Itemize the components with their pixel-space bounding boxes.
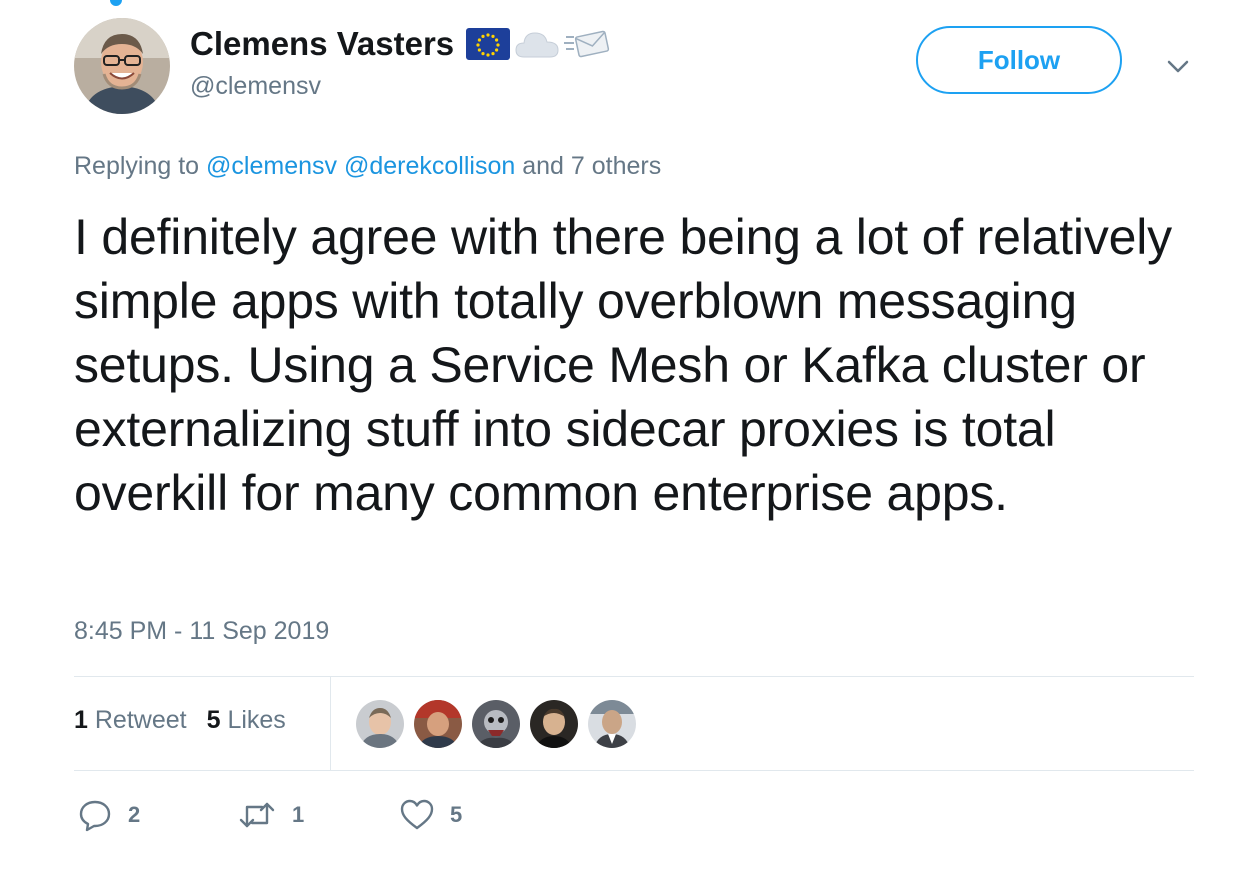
chevron-down-icon[interactable] (1164, 52, 1192, 80)
divider (74, 676, 1194, 677)
likes-stat-count: 5 (206, 706, 221, 734)
follow-button[interactable]: Follow (916, 26, 1122, 94)
retweets-stat-count: 1 (74, 706, 88, 734)
tweet-timestamp[interactable]: 8:45 PM - 11 Sep 2019 (74, 617, 329, 646)
author-display-name[interactable]: Clemens Vasters (190, 25, 454, 63)
envelope-with-arrow-icon (564, 30, 610, 58)
retweet-action[interactable]: 1 (238, 798, 304, 832)
mention-link[interactable]: @clemensv (206, 152, 337, 180)
mention-link[interactable]: @derekcollison (344, 152, 515, 180)
reply-context-suffix[interactable]: and 7 others (522, 152, 661, 180)
liker-avatars (356, 700, 636, 748)
liker-avatar[interactable] (414, 700, 462, 748)
reply-icon (79, 800, 111, 832)
like-count: 5 (450, 802, 463, 827)
retweets-stat[interactable]: 1 Retweet (74, 706, 187, 735)
reply-context-prefix: Replying to (74, 152, 200, 180)
reply-count: 2 (128, 802, 141, 827)
stats-divider (330, 677, 331, 770)
heart-icon (400, 799, 434, 830)
name-emojis (466, 27, 610, 61)
cloud-icon (515, 32, 559, 58)
eu-flag-icon (466, 28, 511, 60)
liker-avatar[interactable] (588, 700, 636, 748)
liker-avatar[interactable] (530, 700, 578, 748)
retweet-icon (239, 802, 275, 828)
likes-stat-label: Likes (227, 706, 286, 734)
liker-avatar[interactable] (356, 700, 404, 748)
reply-action[interactable]: 2 (78, 798, 140, 832)
tweet-stats: 1 Retweet 5 Likes (74, 706, 286, 735)
author-name-row: Clemens Vasters (190, 22, 610, 66)
reply-context: Replying to @clemensv @derekcollison and… (74, 152, 661, 181)
tweet-text: I definitely agree with there being a lo… (74, 209, 1172, 521)
retweet-count: 1 (292, 802, 305, 827)
notification-dot (110, 0, 122, 6)
like-action[interactable]: 5 (400, 798, 462, 832)
divider (74, 770, 1194, 771)
author-avatar[interactable] (74, 18, 170, 114)
retweets-stat-label: Retweet (94, 706, 187, 734)
author-handle[interactable]: @clemensv (190, 72, 321, 101)
likes-stat[interactable]: 5 Likes (207, 706, 286, 735)
liker-avatar[interactable] (472, 700, 520, 748)
